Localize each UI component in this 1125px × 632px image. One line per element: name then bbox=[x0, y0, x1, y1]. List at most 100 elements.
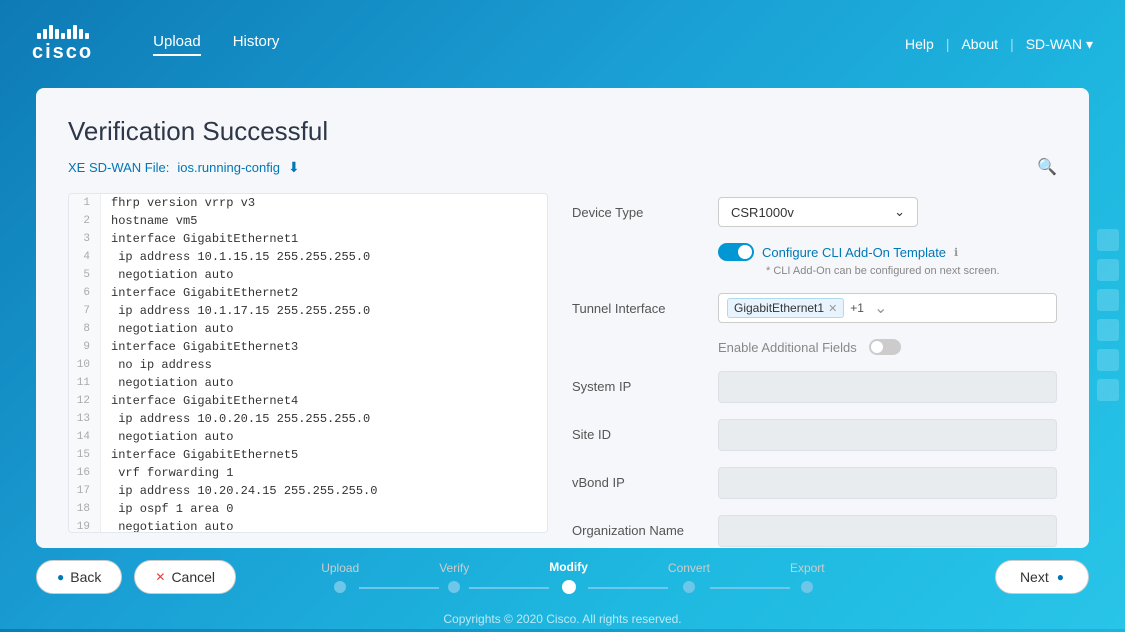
cisco-logo: cisco bbox=[32, 25, 93, 64]
vbond-ip-input[interactable] bbox=[718, 467, 1057, 499]
cli-addon-toggle[interactable] bbox=[718, 243, 754, 261]
org-name-label: Organization Name bbox=[572, 515, 702, 538]
device-type-control: CSR1000v ⌄ bbox=[718, 197, 1057, 227]
code-line: 12interface GigabitEthernet4 bbox=[69, 392, 547, 410]
header-right: Help | About | SD-WAN ▾ bbox=[905, 36, 1093, 53]
step-dot bbox=[683, 581, 695, 593]
code-line: 11 negotiation auto bbox=[69, 374, 547, 392]
code-line: 3interface GigabitEthernet1 bbox=[69, 230, 547, 248]
step-connector bbox=[359, 587, 439, 589]
code-line: 14 negotiation auto bbox=[69, 428, 547, 446]
logo-text: cisco bbox=[32, 41, 93, 64]
file-name: ios.running-config bbox=[177, 160, 280, 175]
about-link[interactable]: About bbox=[961, 36, 998, 52]
nav-history[interactable]: History bbox=[233, 33, 280, 56]
vbond-ip-label: vBond IP bbox=[572, 467, 702, 490]
nav-upload[interactable]: Upload bbox=[153, 33, 201, 56]
org-name-input[interactable] bbox=[718, 515, 1057, 547]
back-button[interactable]: ● Back bbox=[36, 560, 122, 594]
bottom-bar: ● Back ✕ Cancel Upload Verify Modify Conver… bbox=[0, 548, 1125, 606]
cli-addon-row: Configure CLI Add-On Template ℹ * CLI Ad… bbox=[572, 243, 1057, 277]
next-button[interactable]: Next ● bbox=[995, 560, 1089, 594]
code-line: 1fhrp version vrrp v3 bbox=[69, 194, 547, 212]
code-line: 13 ip address 10.0.20.15 255.255.255.0 bbox=[69, 410, 547, 428]
code-line: 18 ip ospf 1 area 0 bbox=[69, 500, 547, 518]
chevron-down-icon: ⌄ bbox=[874, 298, 887, 318]
code-line: 5 negotiation auto bbox=[69, 266, 547, 284]
sd-wan-dropdown[interactable]: SD-WAN ▾ bbox=[1026, 36, 1093, 53]
code-line: 6interface GigabitEthernet2 bbox=[69, 284, 547, 302]
org-name-row: Organization Name bbox=[572, 515, 1057, 547]
sep2: | bbox=[1010, 36, 1014, 52]
footer: Copyrights © 2020 Cisco. All rights rese… bbox=[0, 606, 1125, 632]
device-type-label: Device Type bbox=[572, 197, 702, 220]
code-line: 15interface GigabitEthernet5 bbox=[69, 446, 547, 464]
toggle-knob bbox=[738, 245, 752, 259]
chevron-down-icon: ⌄ bbox=[894, 204, 905, 220]
enable-fields-row: Enable Additional Fields bbox=[572, 339, 1057, 355]
tunnel-select[interactable]: GigabitEthernet1 ✕ +1 ⌄ bbox=[718, 293, 1057, 323]
main-card: Verification Successful XE SD-WAN File: … bbox=[36, 88, 1089, 548]
step-convert: Convert bbox=[668, 561, 710, 593]
step-label: Convert bbox=[668, 561, 710, 575]
code-line: 8 negotiation auto bbox=[69, 320, 547, 338]
step-modify: Modify bbox=[549, 560, 588, 594]
system-ip-input[interactable] bbox=[718, 371, 1057, 403]
code-line: 16 vrf forwarding 1 bbox=[69, 464, 547, 482]
site-id-input[interactable] bbox=[718, 419, 1057, 451]
step-export: Export bbox=[790, 561, 825, 593]
tunnel-tag: GigabitEthernet1 ✕ bbox=[727, 298, 844, 318]
site-id-row: Site ID bbox=[572, 419, 1057, 451]
sep1: | bbox=[946, 36, 950, 52]
page-title: Verification Successful bbox=[68, 116, 1057, 147]
steps-bar: Upload Verify Modify Convert Export bbox=[321, 560, 824, 594]
content-area: 1fhrp version vrrp v32hostname vm53inter… bbox=[68, 193, 1057, 533]
back-label: Back bbox=[70, 569, 101, 585]
step-label: Upload bbox=[321, 561, 359, 575]
enable-fields-label: Enable Additional Fields bbox=[718, 340, 857, 355]
step-upload: Upload bbox=[321, 561, 359, 593]
step-label: Modify bbox=[549, 560, 588, 574]
logo-icon bbox=[37, 25, 89, 39]
vbond-ip-row: vBond IP bbox=[572, 467, 1057, 499]
step-connector bbox=[588, 587, 668, 589]
cancel-button[interactable]: ✕ Cancel bbox=[134, 560, 236, 594]
step-label: Verify bbox=[439, 561, 469, 575]
code-line: 4 ip address 10.1.15.15 255.255.255.0 bbox=[69, 248, 547, 266]
search-icon[interactable]: 🔍 bbox=[1037, 157, 1057, 177]
code-line: 17 ip address 10.20.24.15 255.255.255.0 bbox=[69, 482, 547, 500]
device-type-row: Device Type CSR1000v ⌄ bbox=[572, 197, 1057, 227]
vbond-ip-control bbox=[718, 467, 1057, 499]
step-connector bbox=[469, 587, 549, 589]
back-icon: ● bbox=[57, 570, 64, 584]
cli-addon-toggle-row: Configure CLI Add-On Template ℹ bbox=[718, 243, 958, 261]
sd-wan-label: SD-WAN bbox=[1026, 36, 1082, 52]
next-icon: ● bbox=[1057, 570, 1064, 584]
code-line: 9interface GigabitEthernet3 bbox=[69, 338, 547, 356]
chevron-down-icon: ▾ bbox=[1086, 36, 1093, 53]
device-type-select[interactable]: CSR1000v ⌄ bbox=[718, 197, 918, 227]
step-dot bbox=[448, 581, 460, 593]
enable-fields-toggle[interactable] bbox=[869, 339, 901, 355]
code-line: 7 ip address 10.1.17.15 255.255.255.0 bbox=[69, 302, 547, 320]
tunnel-interface-row: Tunnel Interface GigabitEthernet1 ✕ +1 ⌄ bbox=[572, 293, 1057, 323]
tunnel-interface-control: GigabitEthernet1 ✕ +1 ⌄ bbox=[718, 293, 1057, 323]
step-label: Export bbox=[790, 561, 825, 575]
system-ip-row: System IP bbox=[572, 371, 1057, 403]
cli-addon-label: Configure CLI Add-On Template bbox=[762, 245, 946, 260]
site-id-label: Site ID bbox=[572, 419, 702, 442]
file-label: XE SD-WAN File: bbox=[68, 160, 169, 175]
step-dot bbox=[562, 580, 576, 594]
download-icon[interactable]: ⬇ bbox=[288, 159, 300, 176]
org-name-control bbox=[718, 515, 1057, 547]
plus-one[interactable]: +1 bbox=[850, 301, 864, 315]
info-icon[interactable]: ℹ bbox=[954, 246, 958, 259]
site-id-control bbox=[718, 419, 1057, 451]
step-dot bbox=[334, 581, 346, 593]
help-link[interactable]: Help bbox=[905, 36, 934, 52]
tag-remove-icon[interactable]: ✕ bbox=[828, 302, 837, 315]
cancel-icon: ✕ bbox=[155, 570, 165, 584]
toggle-off-knob bbox=[871, 341, 883, 353]
tunnel-interface-label: Tunnel Interface bbox=[572, 293, 702, 316]
step-connector bbox=[710, 587, 790, 589]
